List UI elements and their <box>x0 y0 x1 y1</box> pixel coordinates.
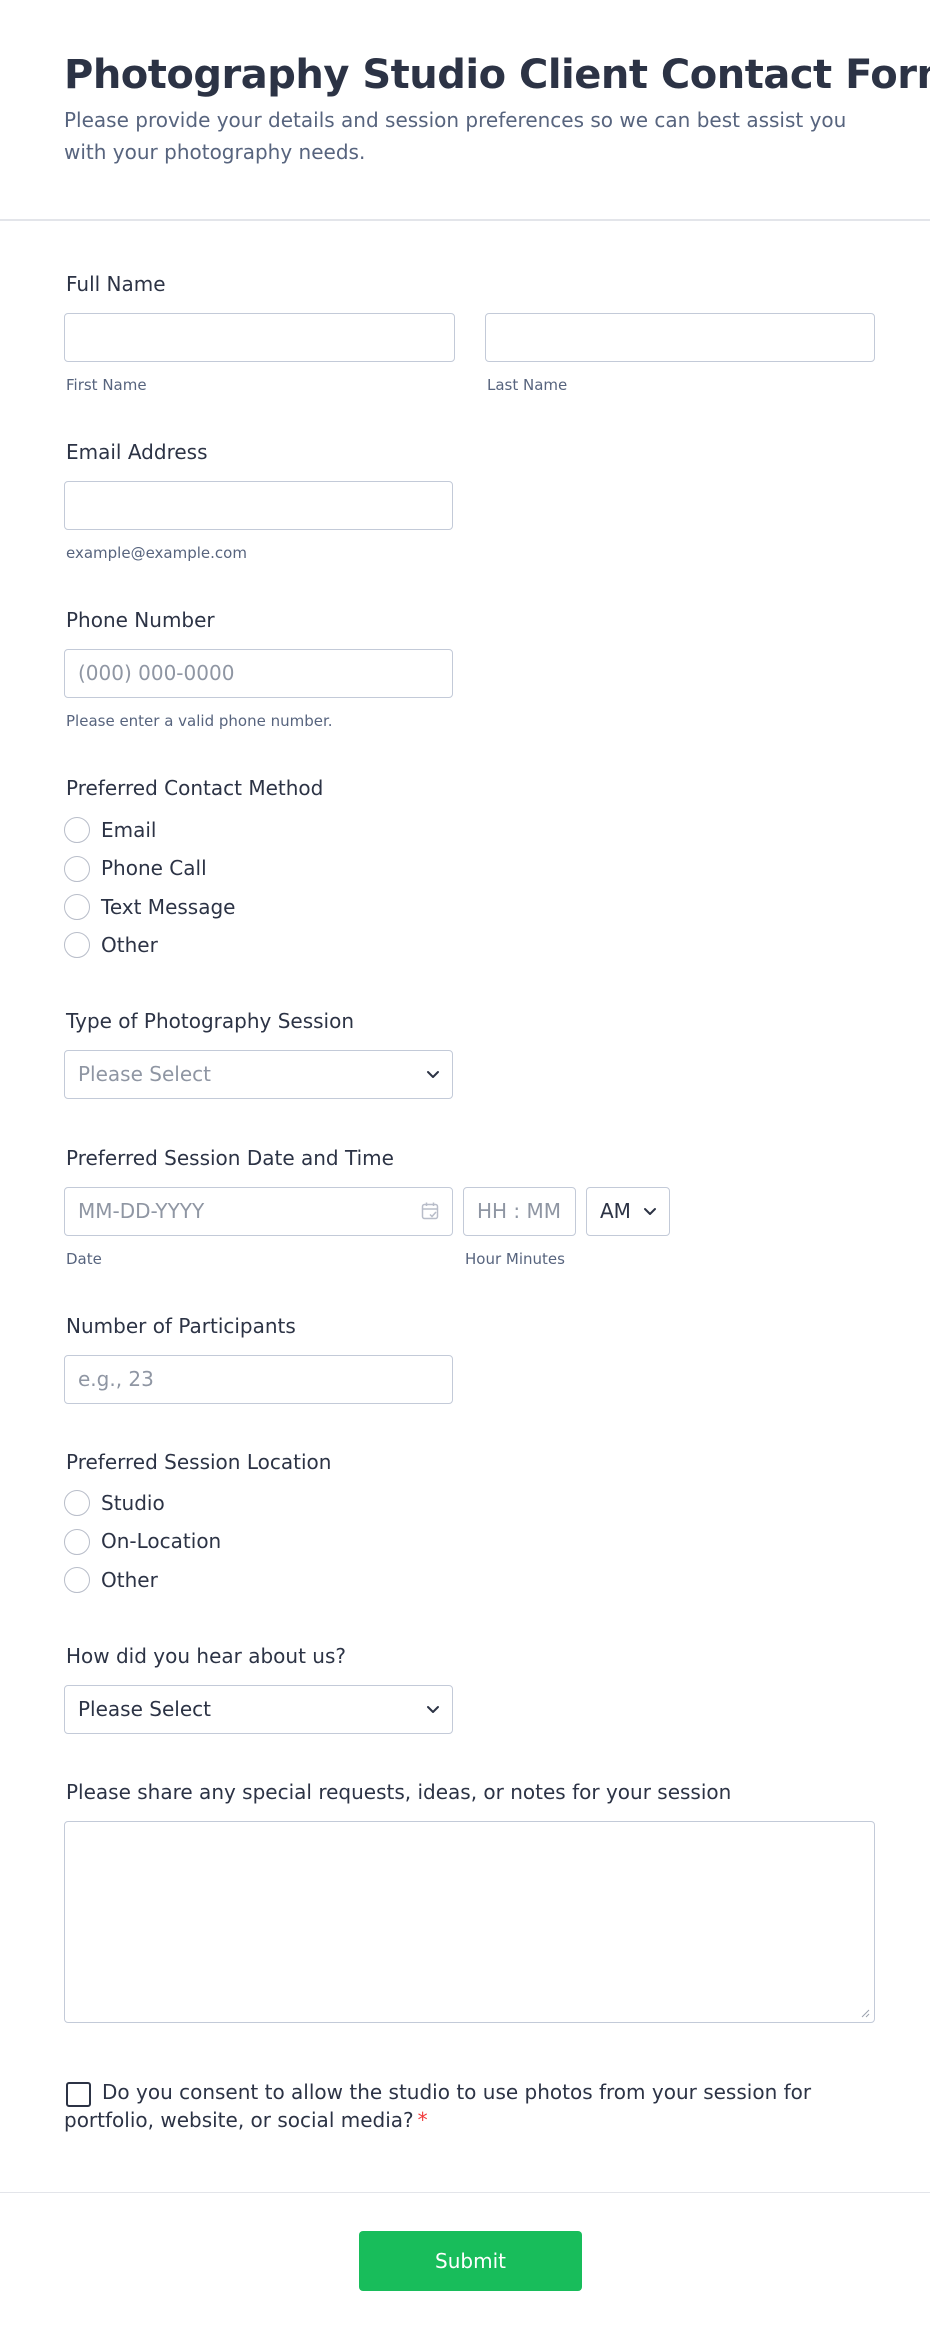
consent-text[interactable]: Do you consent to allow the studio to us… <box>64 2078 824 2134</box>
last-name-input[interactable] <box>485 313 875 362</box>
radio-other-location[interactable] <box>64 1567 90 1593</box>
session-type-selected: Please Select <box>78 1062 211 1086</box>
notes-textarea[interactable] <box>64 1821 875 2023</box>
session-datetime-label: Preferred Session Date and Time <box>66 1146 394 1170</box>
chevron-down-icon <box>427 1706 439 1713</box>
session-type-label: Type of Photography Session <box>66 1009 355 1033</box>
ampm-selected: AM <box>600 1199 631 1223</box>
session-type-select[interactable]: Please Select <box>64 1050 453 1099</box>
radio-studio-label[interactable]: Studio <box>101 1491 165 1515</box>
participants-label: Number of Participants <box>66 1314 296 1338</box>
ampm-select[interactable]: AM <box>586 1187 670 1236</box>
first-name-sublabel: First Name <box>66 376 147 394</box>
last-name-sublabel: Last Name <box>487 376 568 394</box>
radio-other-contact-label[interactable]: Other <box>101 933 158 957</box>
date-input[interactable]: MM-DD-YYYY <box>64 1187 453 1236</box>
form-subtitle: Please provide your details and session … <box>64 108 847 164</box>
contact-method-label: Preferred Contact Method <box>66 776 324 800</box>
radio-studio[interactable] <box>64 1490 90 1516</box>
referral-select[interactable]: Please Select <box>64 1685 453 1734</box>
radio-other-contact[interactable] <box>64 932 90 958</box>
notes-label: Please share any special requests, ideas… <box>66 1780 732 1804</box>
phone-sublabel: Please enter a valid phone number. <box>66 712 333 730</box>
radio-text-message[interactable] <box>64 894 90 920</box>
radio-on-location[interactable] <box>64 1529 90 1555</box>
participants-input[interactable]: e.g., 23 <box>64 1355 453 1404</box>
email-sublabel: example@example.com <box>66 544 247 562</box>
consent-label: Do you consent to allow the studio to us… <box>64 2080 812 2132</box>
email-label: Email Address <box>66 440 208 464</box>
required-asterisk: * <box>417 2108 428 2132</box>
radio-on-location-label[interactable]: On-Location <box>101 1529 221 1553</box>
form-title: Photography Studio Client Contact Form <box>64 52 930 98</box>
header-divider <box>0 219 930 221</box>
referral-label: How did you hear about us? <box>66 1644 346 1668</box>
radio-email[interactable] <box>64 817 90 843</box>
chevron-down-icon <box>427 1071 439 1078</box>
referral-selected: Please Select <box>78 1697 211 1721</box>
radio-other-location-label[interactable]: Other <box>101 1568 158 1592</box>
calendar-icon[interactable] <box>420 1201 440 1221</box>
time-input[interactable]: HH : MM <box>463 1187 576 1236</box>
chevron-down-icon <box>644 1208 656 1215</box>
footer-divider <box>0 2192 930 2193</box>
full-name-label: Full Name <box>66 272 166 296</box>
date-sublabel: Date <box>66 1250 102 1268</box>
radio-phone-call[interactable] <box>64 856 90 882</box>
first-name-input[interactable] <box>64 313 455 362</box>
radio-email-label[interactable]: Email <box>101 818 157 842</box>
phone-label: Phone Number <box>66 608 215 632</box>
email-input[interactable] <box>64 481 453 530</box>
resize-handle-icon[interactable] <box>860 2008 870 2018</box>
location-label: Preferred Session Location <box>66 1450 332 1474</box>
submit-button[interactable]: Submit <box>359 2231 582 2291</box>
date-placeholder: MM-DD-YYYY <box>78 1199 205 1223</box>
time-sublabel: Hour Minutes <box>465 1250 565 1268</box>
radio-phone-call-label[interactable]: Phone Call <box>101 856 207 880</box>
phone-input[interactable]: (000) 000-0000 <box>64 649 453 698</box>
radio-text-message-label[interactable]: Text Message <box>101 895 235 919</box>
